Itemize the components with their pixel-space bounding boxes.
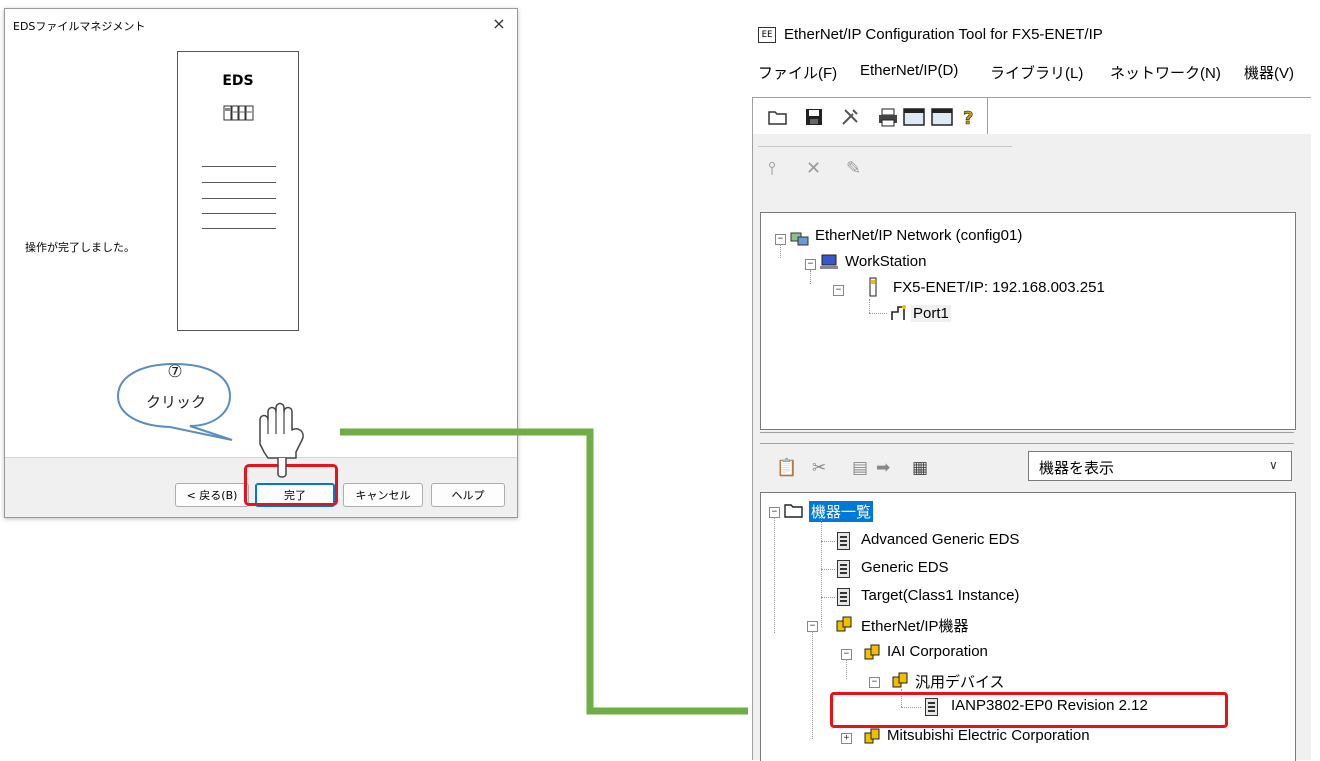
completion-message: 操作が完了しました。 — [25, 241, 135, 254]
print-icon[interactable] — [877, 106, 899, 128]
document-line — [202, 166, 276, 167]
menu-device[interactable]: 機器(V) — [1244, 62, 1294, 83]
device-icon — [223, 105, 254, 121]
tree-line — [869, 313, 887, 314]
menu-bar: ファイル(F) EtherNet/IP(D) ライブラリ(L) ネットワーク(N… — [758, 62, 1318, 90]
pointing-hand-icon — [259, 402, 304, 478]
menu-ethernet-ip[interactable]: EtherNet/IP(D) — [860, 62, 958, 79]
pane-splitter[interactable] — [760, 432, 1294, 444]
help-button[interactable]: ヘルプ — [431, 483, 505, 507]
diagnostic-icon[interactable]: ✎ — [846, 158, 868, 180]
tree-line — [821, 517, 822, 627]
network-tree: − EtherNet/IP Network (config01) − WorkS… — [760, 212, 1296, 430]
eds-device-icon — [837, 532, 850, 550]
document-line — [202, 228, 276, 229]
tree-line — [774, 517, 775, 633]
window-cascade-icon[interactable] — [931, 106, 953, 128]
document-line — [202, 198, 276, 199]
tree-line — [812, 631, 813, 739]
save-icon[interactable] — [803, 106, 825, 128]
menu-network[interactable]: ネットワーク(N) — [1110, 62, 1221, 83]
tree-network[interactable]: EtherNet/IP Network (config01) — [815, 227, 1022, 244]
tree-line — [780, 244, 781, 258]
back-button[interactable]: < 戻る(B) — [175, 483, 249, 507]
eds-device-icon — [837, 560, 850, 578]
tree-line — [846, 659, 847, 679]
port-icon — [891, 305, 906, 320]
eds-document-label: EDS — [222, 73, 254, 89]
arrow-right-icon[interactable]: ➡ — [876, 458, 890, 478]
tree-port[interactable]: Port1 — [911, 305, 951, 322]
main-toolbar: ? — [752, 97, 1311, 134]
dialog-titlebar: EDSファイルマネジメント × — [5, 9, 517, 39]
connect-icon[interactable]: ⫯ — [768, 158, 790, 180]
document-line — [202, 213, 276, 214]
tree-mitsubishi[interactable]: Mitsubishi Electric Corporation — [887, 727, 1090, 744]
tree-general-device[interactable]: 汎用デバイス — [915, 671, 1005, 692]
close-icon[interactable]: × — [487, 13, 511, 35]
new-device-icon[interactable]: 📋 — [776, 458, 797, 478]
vendor-icon — [864, 644, 880, 660]
tree-line — [821, 569, 835, 570]
tree-device-root[interactable]: 機器一覧 — [809, 501, 874, 522]
vendor-icon — [864, 728, 880, 744]
callout-step-number: ⑦ — [167, 362, 183, 382]
category-icon — [892, 672, 908, 688]
module-icon — [869, 277, 877, 297]
tree-target-class1[interactable]: Target(Class1 Instance) — [861, 587, 1019, 604]
tree-ethernet-ip-devices[interactable]: EtherNet/IP機器 — [861, 615, 969, 636]
device-folder-icon — [784, 504, 803, 518]
menu-library[interactable]: ライブラリ(L) — [990, 62, 1083, 83]
workstation-icon — [820, 254, 838, 269]
device-filter-value: 機器を表示 — [1039, 459, 1115, 477]
device-list-icon[interactable]: ▦ — [912, 458, 928, 478]
tree-line — [821, 597, 835, 598]
tree-iai-corporation[interactable]: IAI Corporation — [887, 643, 988, 660]
toolbar-separator — [758, 146, 1012, 147]
network-icon — [790, 232, 809, 246]
svg-text:?: ? — [963, 108, 973, 128]
tree-line — [810, 270, 811, 284]
expand-icon[interactable]: + — [841, 733, 852, 744]
open-folder-icon[interactable] — [767, 106, 789, 128]
window-tile-icon[interactable] — [903, 106, 925, 128]
chevron-down-icon: ∨ — [1269, 458, 1278, 472]
tools-icon[interactable] — [839, 106, 861, 128]
eds-document-illustration: EDS — [177, 51, 299, 331]
help-question-icon[interactable]: ? — [959, 106, 981, 128]
disconnect-icon[interactable]: ✕ — [806, 158, 828, 180]
dialog-body: EDS 操作が完了しました。 — [5, 39, 517, 457]
eds-device-icon — [837, 588, 850, 606]
callout-text: クリック — [145, 393, 206, 411]
tree-workstation[interactable]: WorkStation — [845, 253, 926, 270]
app-icon: EE — [758, 27, 776, 43]
menu-file[interactable]: ファイル(F) — [758, 62, 837, 83]
tree-module[interactable]: FX5-ENET/IP: 192.168.003.251 — [893, 279, 1105, 296]
tree-line — [821, 541, 835, 542]
dialog-title: EDSファイルマネジメント — [13, 20, 146, 33]
tree-generic-eds[interactable]: Generic EDS — [861, 559, 949, 576]
target-highlight-box — [830, 692, 1228, 728]
collapse-icon[interactable]: − — [833, 285, 844, 296]
tree-line — [869, 299, 870, 313]
collapse-icon[interactable]: − — [869, 677, 880, 688]
properties-icon[interactable]: ▤ — [852, 458, 868, 478]
cancel-button[interactable]: キャンセル — [343, 483, 423, 507]
device-group-icon — [836, 616, 852, 632]
app-title: EtherNet/IP Configuration Tool for FX5-E… — [784, 26, 1103, 43]
device-filter-select[interactable]: 機器を表示 ∨ — [1028, 451, 1292, 481]
tree-advanced-generic[interactable]: Advanced Generic EDS — [861, 531, 1019, 548]
toolbar-divider — [987, 98, 988, 134]
document-line — [202, 182, 276, 183]
collapse-icon[interactable]: − — [805, 259, 816, 270]
delete-device-icon[interactable]: ✂ — [812, 458, 826, 478]
